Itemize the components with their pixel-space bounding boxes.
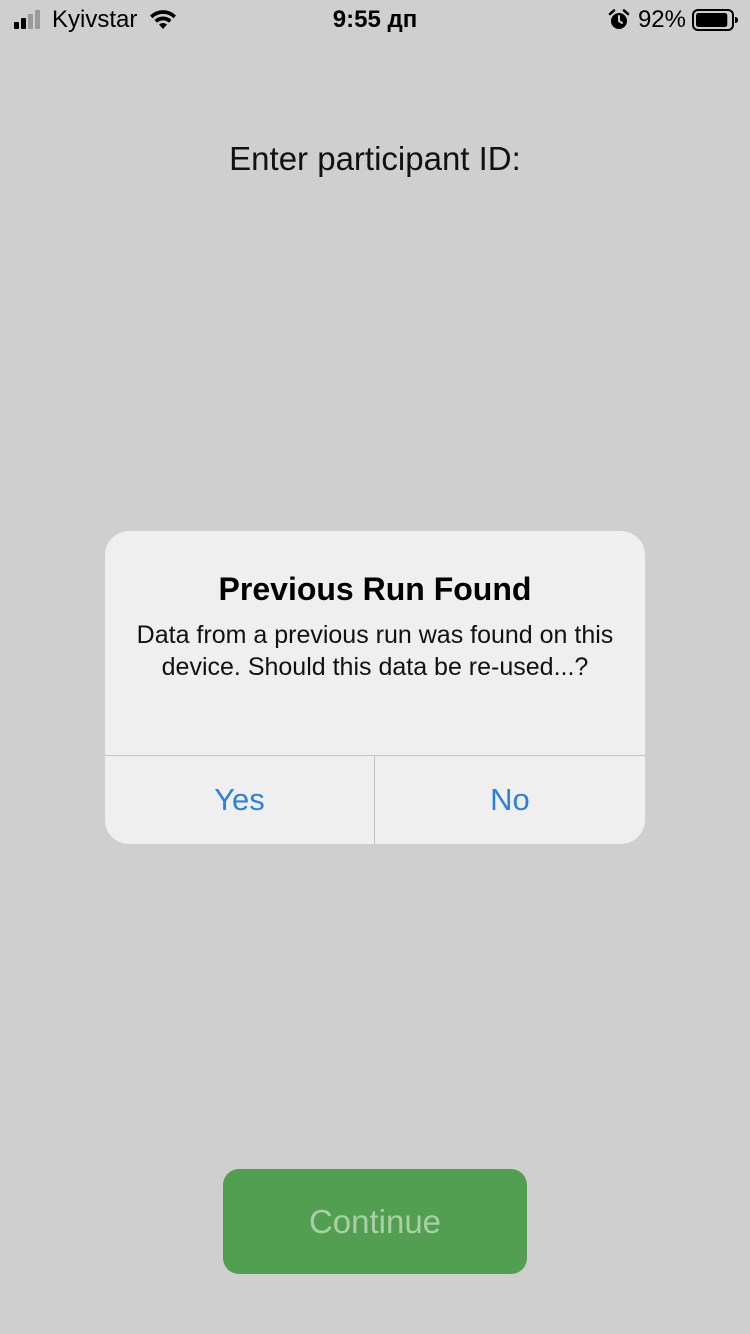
alert-message: Data from a previous run was found on th… — [136, 621, 614, 681]
previous-run-alert: Previous Run Found Data from a previous … — [105, 531, 645, 844]
alarm-icon — [608, 9, 630, 29]
participant-id-prompt: Enter participant ID: — [229, 140, 521, 177]
battery-icon — [692, 9, 738, 31]
no-button[interactable]: No — [375, 756, 645, 844]
continue-button[interactable]: Continue — [223, 1169, 527, 1274]
status-right: 92% — [608, 6, 738, 34]
screen: Kyivstar 9:55 дп 92% Enter participant I… — [0, 0, 750, 1334]
yes-button[interactable]: Yes — [105, 756, 375, 844]
alert-title: Previous Run Found — [218, 571, 532, 607]
battery-percent: 92% — [637, 6, 686, 33]
status-bar: Kyivstar 9:55 дп 92% — [0, 0, 750, 40]
